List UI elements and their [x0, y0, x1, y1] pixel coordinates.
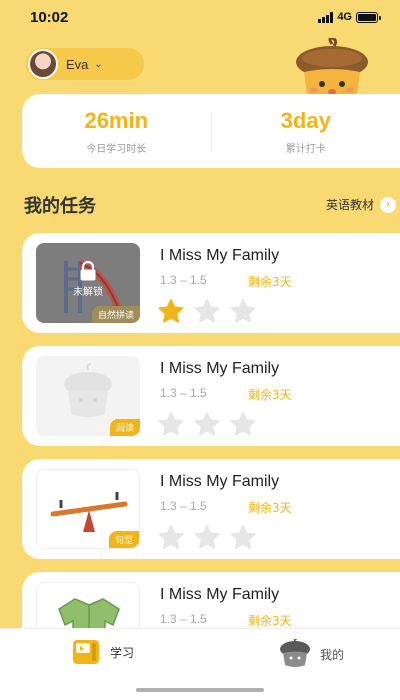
stat-value: 3day [280, 107, 331, 133]
tab-label: 我的 [320, 647, 345, 662]
status-time: 10:02 [30, 8, 69, 26]
task-remaining: 剩余3天 [248, 275, 292, 289]
task-card[interactable]: 阅读 I Miss My Family 1.3 – 1.5 剩余3天 [22, 346, 400, 446]
user-name: Eva [66, 56, 89, 72]
battery-icon [356, 11, 381, 23]
star-empty-icon [158, 525, 184, 549]
stat-label: 累计打卡 [285, 143, 326, 155]
star-empty-icon [158, 412, 184, 436]
textbook-link[interactable]: 英语教材 › [326, 196, 396, 213]
lock-icon [80, 261, 96, 281]
home-indicator [136, 688, 264, 692]
stat-checkin-days: 3day 累计打卡 [212, 108, 400, 155]
task-range: 1.3 – 1.5 [160, 273, 207, 287]
task-remaining: 剩余3天 [248, 388, 292, 402]
task-range: 1.3 – 1.5 [160, 612, 207, 626]
task-tag: 阅读 [109, 419, 140, 436]
avatar [28, 49, 58, 79]
network-label: 4G [337, 11, 352, 23]
chevron-down-icon: ⌄ [94, 58, 103, 70]
task-thumbnail: 未解锁 自然拼读 [36, 243, 140, 323]
task-tag: 自然拼读 [91, 306, 140, 323]
stat-study-time: 26min 今日学习时长 [22, 108, 211, 155]
tab-study[interactable]: 学习 [72, 639, 134, 665]
acorn-profile-icon [280, 639, 310, 667]
lock-label: 未解锁 [73, 287, 103, 298]
task-remaining: 剩余3天 [248, 501, 292, 515]
star-empty-icon [194, 525, 220, 549]
stats-card: 26min 今日学习时长 3day 累计打卡 [22, 94, 400, 168]
task-range: 1.3 – 1.5 [160, 499, 207, 513]
task-title: I Miss My Family [160, 247, 280, 264]
task-title: I Miss My Family [160, 473, 280, 490]
chevron-right-icon: › [380, 196, 396, 213]
task-thumbnail: 阅读 [36, 356, 140, 436]
star-empty-icon [230, 412, 256, 436]
task-card[interactable]: 未解锁 自然拼读 I Miss My Family 1.3 – 1.5 剩余3天 [22, 233, 400, 333]
tab-label: 学习 [110, 645, 135, 660]
task-range: 1.3 – 1.5 [160, 386, 207, 400]
task-tag: 句型 [108, 531, 139, 548]
task-title: I Miss My Family [160, 360, 280, 377]
star-rating [158, 525, 256, 549]
status-bar: 10:02 4G [0, 0, 400, 34]
section-title: 我的任务 [24, 196, 96, 217]
star-filled-icon [158, 299, 184, 323]
book-icon [73, 640, 99, 664]
task-title: I Miss My Family [160, 586, 280, 603]
lock-overlay: 未解锁 [36, 261, 140, 298]
status-indicators: 4G [318, 11, 381, 23]
task-thumbnail: 句型 [36, 469, 140, 549]
stat-value: 26min [84, 107, 149, 133]
task-card[interactable]: 句型 I Miss My Family 1.3 – 1.5 剩余3天 [22, 459, 400, 559]
star-empty-icon [194, 412, 220, 436]
stat-label: 今日学习时长 [86, 143, 147, 155]
star-rating [158, 412, 256, 436]
textbook-link-label: 英语教材 [325, 198, 374, 212]
star-empty-icon [194, 299, 220, 323]
signal-icon [318, 11, 334, 23]
task-remaining: 剩余3天 [248, 614, 292, 628]
star-rating [158, 299, 256, 323]
star-empty-icon [230, 299, 256, 323]
star-empty-icon [230, 525, 256, 549]
tab-mine[interactable]: 我的 [278, 639, 344, 669]
user-switcher[interactable]: Eva ⌄ [26, 48, 144, 80]
